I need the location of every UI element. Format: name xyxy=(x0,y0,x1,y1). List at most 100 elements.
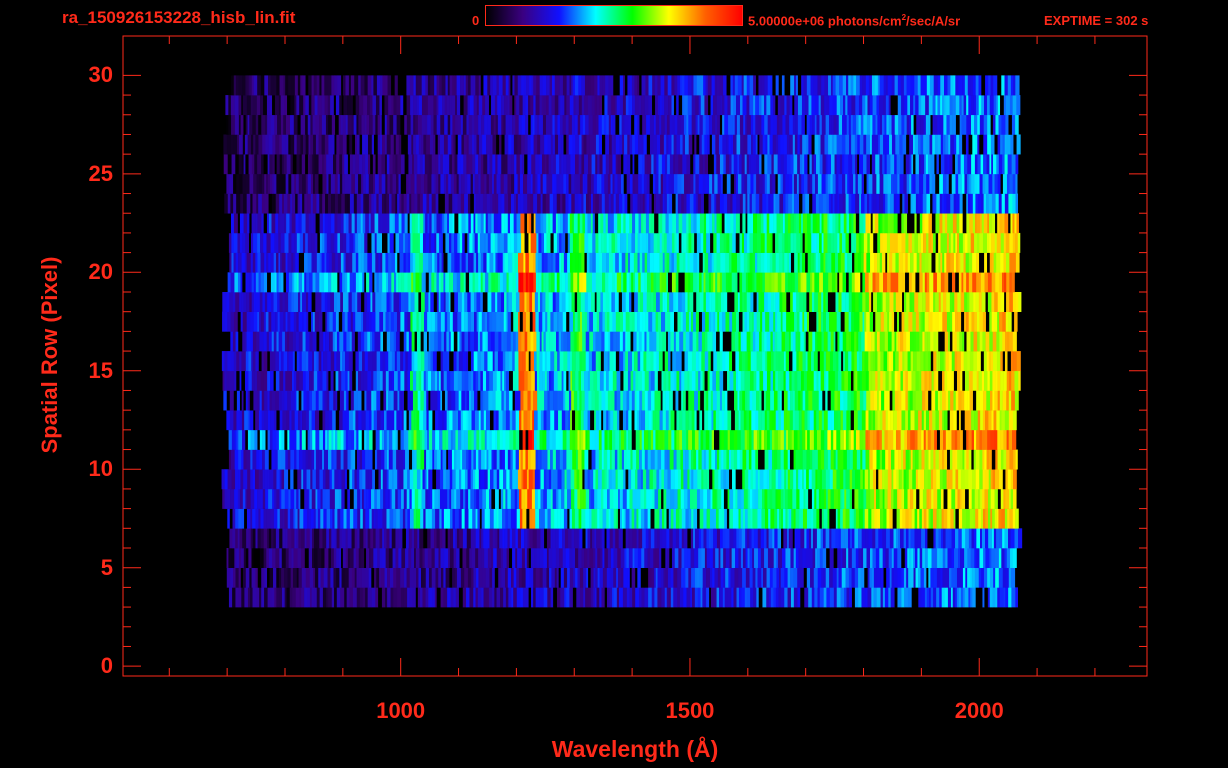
heatmap-cell xyxy=(793,548,797,568)
heatmap-cell xyxy=(884,469,889,490)
heatmap-cell xyxy=(399,252,404,273)
heatmap-cell xyxy=(409,488,413,509)
heatmap-cell xyxy=(499,528,503,549)
heatmap-cell xyxy=(733,429,738,450)
heatmap-cell xyxy=(376,488,381,509)
heatmap-cell xyxy=(894,587,898,608)
heatmap-cell xyxy=(604,331,609,352)
heatmap-cell xyxy=(1013,469,1017,490)
heatmap-cell xyxy=(547,311,551,332)
heatmap-cell xyxy=(602,567,608,588)
heatmap-cell xyxy=(538,469,541,490)
heatmap-cell xyxy=(704,410,709,431)
heatmap-cell xyxy=(849,252,853,273)
heatmap-cell xyxy=(780,449,785,470)
heatmap-cell xyxy=(705,311,710,332)
heatmap-cell xyxy=(245,351,249,372)
heatmap-cell xyxy=(800,469,803,490)
heatmap-cell xyxy=(945,548,948,568)
heatmap-cell xyxy=(247,410,250,431)
heatmap-cell xyxy=(365,410,370,431)
heatmap-cell xyxy=(837,548,841,568)
heatmap-cell xyxy=(798,331,801,352)
heatmap-cell xyxy=(284,567,288,588)
heatmap-cell xyxy=(1012,331,1017,352)
heatmap-cell xyxy=(594,390,600,411)
heatmap-cell xyxy=(954,351,958,372)
heatmap-cell xyxy=(661,469,665,490)
heatmap-cell xyxy=(821,488,825,509)
heatmap-cell xyxy=(374,449,378,470)
heatmap-cell xyxy=(493,469,498,490)
heatmap-cell xyxy=(447,508,451,529)
heatmap-cell xyxy=(855,508,860,529)
heatmap-cell xyxy=(601,469,605,490)
heatmap-cell xyxy=(292,331,297,352)
heatmap-cell xyxy=(805,488,809,509)
heatmap-cell xyxy=(688,410,692,431)
heatmap-cell xyxy=(568,528,572,549)
heatmap-cell xyxy=(831,272,836,293)
heatmap-cell xyxy=(396,449,400,470)
heatmap-cell xyxy=(723,469,727,490)
heatmap-cell xyxy=(677,567,682,588)
heatmap-cell xyxy=(263,410,269,431)
heatmap-cell xyxy=(461,469,466,490)
heatmap-cell xyxy=(812,311,817,332)
heatmap-cell xyxy=(554,567,557,588)
heatmap-cell xyxy=(858,351,863,372)
heatmap-cell xyxy=(271,390,276,411)
heatmap-cell xyxy=(383,292,387,312)
heatmap-cell xyxy=(394,272,397,293)
heatmap-cell xyxy=(243,390,247,411)
heatmap-cell xyxy=(653,429,656,450)
heatmap-cell xyxy=(304,488,308,509)
heatmap-cell xyxy=(597,508,600,529)
heatmap-cell xyxy=(376,331,381,352)
heatmap-cell xyxy=(480,252,484,273)
heatmap-cell xyxy=(269,390,272,411)
heatmap-cell xyxy=(827,429,832,450)
heatmap-cell xyxy=(766,567,771,588)
heatmap-cell xyxy=(926,410,930,431)
heatmap-cell xyxy=(704,351,709,372)
heatmap-cell xyxy=(947,587,952,608)
heatmap-cell xyxy=(792,528,795,549)
heatmap-cell xyxy=(905,370,909,391)
heatmap-cell xyxy=(279,508,283,529)
heatmap-cell xyxy=(527,449,531,470)
heatmap-cell xyxy=(831,252,836,273)
heatmap-cell xyxy=(576,469,580,490)
heatmap-cell xyxy=(925,429,929,450)
heatmap-cell xyxy=(305,567,311,588)
heatmap-cell xyxy=(1009,370,1012,391)
heatmap-cell xyxy=(606,528,610,549)
heatmap-cell xyxy=(820,370,825,391)
heatmap-cell xyxy=(713,508,717,529)
heatmap-cell xyxy=(941,587,946,608)
heatmap-cell xyxy=(440,351,444,372)
heatmap-cell xyxy=(427,429,430,450)
heatmap-cell xyxy=(238,587,242,608)
heatmap-cell xyxy=(712,567,715,588)
heatmap-cell xyxy=(543,548,548,568)
heatmap-cell xyxy=(901,390,906,411)
heatmap-cell xyxy=(659,331,663,352)
heatmap-cell xyxy=(565,272,569,293)
heatmap-cell xyxy=(901,469,904,490)
heatmap-cell xyxy=(490,331,495,352)
heatmap-cell xyxy=(597,370,601,391)
heatmap-cell xyxy=(229,410,234,431)
heatmap-cell xyxy=(616,331,621,352)
heatmap-cell xyxy=(266,548,270,568)
heatmap-cell xyxy=(296,351,300,372)
heatmap-cell xyxy=(489,528,494,549)
heatmap-cell xyxy=(744,587,748,608)
heatmap-cell xyxy=(1012,429,1017,450)
heatmap-cell xyxy=(457,410,462,431)
heatmap-cell xyxy=(859,390,864,411)
heatmap-cell xyxy=(845,567,850,588)
heatmap-cell xyxy=(942,252,945,273)
heatmap-cell xyxy=(1006,429,1009,450)
heatmap-cell xyxy=(764,410,768,431)
